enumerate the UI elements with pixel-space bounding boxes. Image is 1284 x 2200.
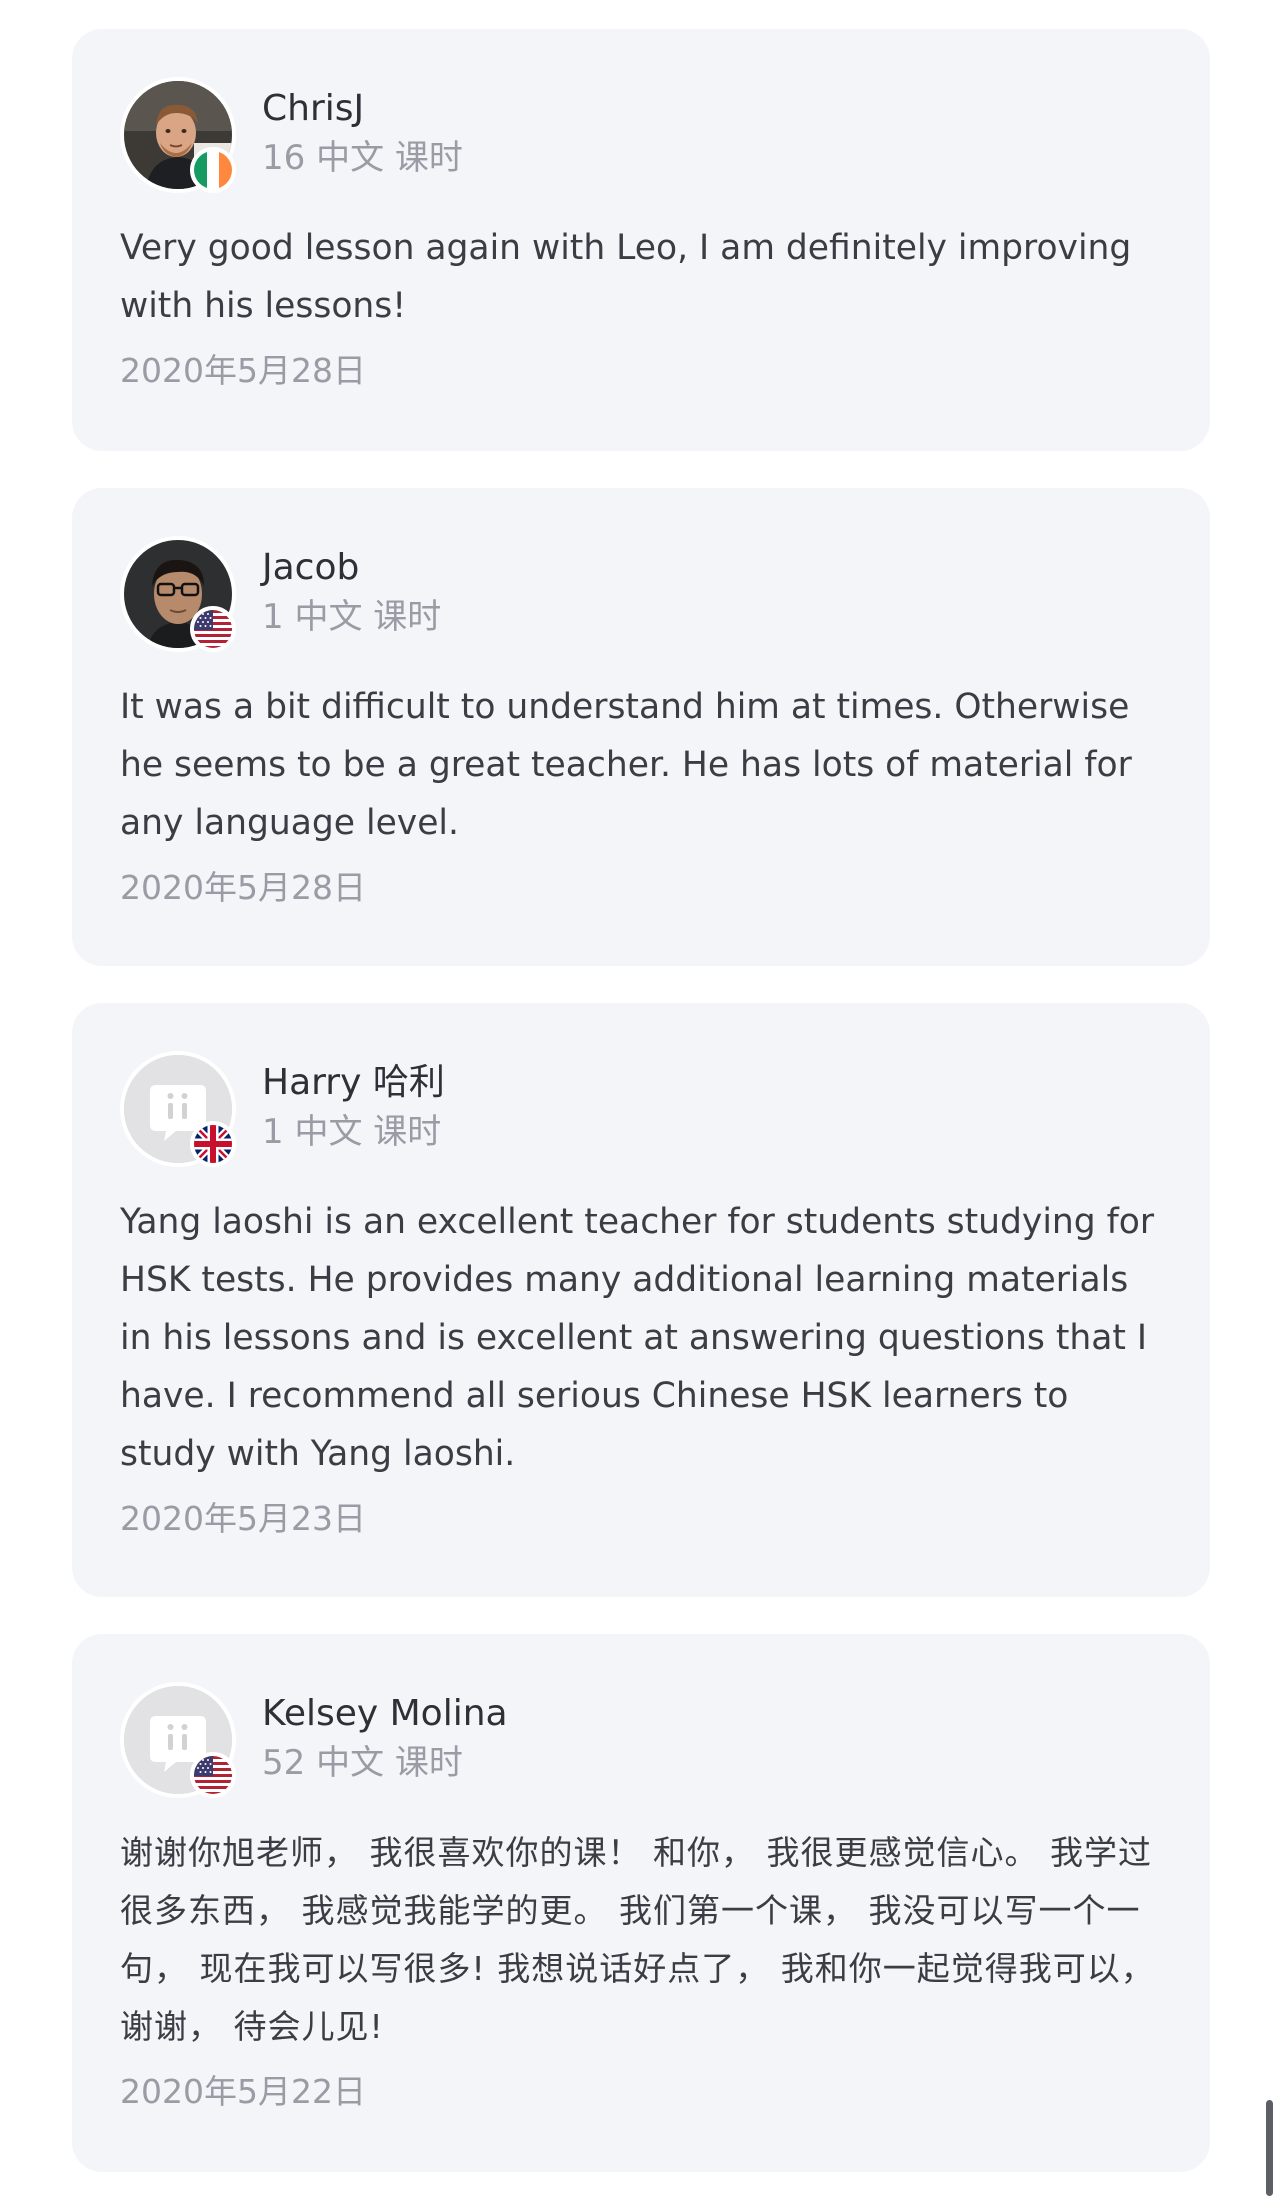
lesson-count: 1 中文 课时 bbox=[262, 1112, 442, 1152]
reviewer-info[interactable]: ChrisJ 16 中文 课时 bbox=[120, 77, 1162, 193]
lesson-count: 52 中文 课时 bbox=[262, 1743, 463, 1783]
review-date: 2020年5月23日 bbox=[120, 1499, 366, 1538]
review-card: Jacob 1 中文 课时 It was a bit difficult to … bbox=[72, 488, 1210, 966]
ireland-flag-icon bbox=[190, 147, 236, 193]
reviewer-name[interactable]: ChrisJ bbox=[262, 85, 364, 133]
uk-flag-icon bbox=[190, 1121, 236, 1167]
reviewer-name[interactable]: Harry 哈利 bbox=[262, 1059, 445, 1107]
reviewer-name[interactable]: Kelsey Molina bbox=[262, 1690, 508, 1738]
review-text: 谢谢你旭老师， 我很喜欢你的课！ 和你， 我很更感觉信心。 我学过很多东西， 我… bbox=[120, 1833, 1155, 2046]
reviewer-name[interactable]: Jacob bbox=[262, 544, 359, 592]
review-list: ChrisJ 16 中文 课时 Very good lesson again w… bbox=[72, 29, 1210, 2172]
avatar[interactable] bbox=[120, 1682, 236, 1798]
avatar[interactable] bbox=[120, 1051, 236, 1167]
review-date: 2020年5月28日 bbox=[120, 351, 366, 390]
usa-flag-icon bbox=[190, 1752, 236, 1798]
review-text: Yang laoshi is an excellent teacher for … bbox=[120, 1202, 1155, 1474]
reviewer-info[interactable]: Harry 哈利 1 中文 课时 bbox=[120, 1051, 1162, 1167]
review-date: 2020年5月28日 bbox=[120, 868, 366, 907]
review-card: ChrisJ 16 中文 课时 Very good lesson again w… bbox=[72, 29, 1210, 451]
review-card: Kelsey Molina 52 中文 课时 谢谢你旭老师， 我很喜欢你的课！ … bbox=[72, 1634, 1210, 2172]
reviewer-info[interactable]: Kelsey Molina 52 中文 课时 bbox=[120, 1682, 1162, 1798]
review-card: Harry 哈利 1 中文 课时 Yang laoshi is an excel… bbox=[72, 1003, 1210, 1597]
review-text: Very good lesson again with Leo, I am de… bbox=[120, 228, 1132, 326]
avatar[interactable] bbox=[120, 536, 236, 652]
reviewer-info[interactable]: Jacob 1 中文 课时 bbox=[120, 536, 1162, 652]
review-text: It was a bit difficult to understand him… bbox=[120, 687, 1132, 843]
avatar[interactable] bbox=[120, 77, 236, 193]
lesson-count: 16 中文 课时 bbox=[262, 138, 463, 178]
review-date: 2020年5月22日 bbox=[120, 2072, 366, 2111]
usa-flag-icon bbox=[190, 606, 236, 652]
scrollbar[interactable] bbox=[1266, 2100, 1273, 2196]
lesson-count: 1 中文 课时 bbox=[262, 597, 442, 637]
